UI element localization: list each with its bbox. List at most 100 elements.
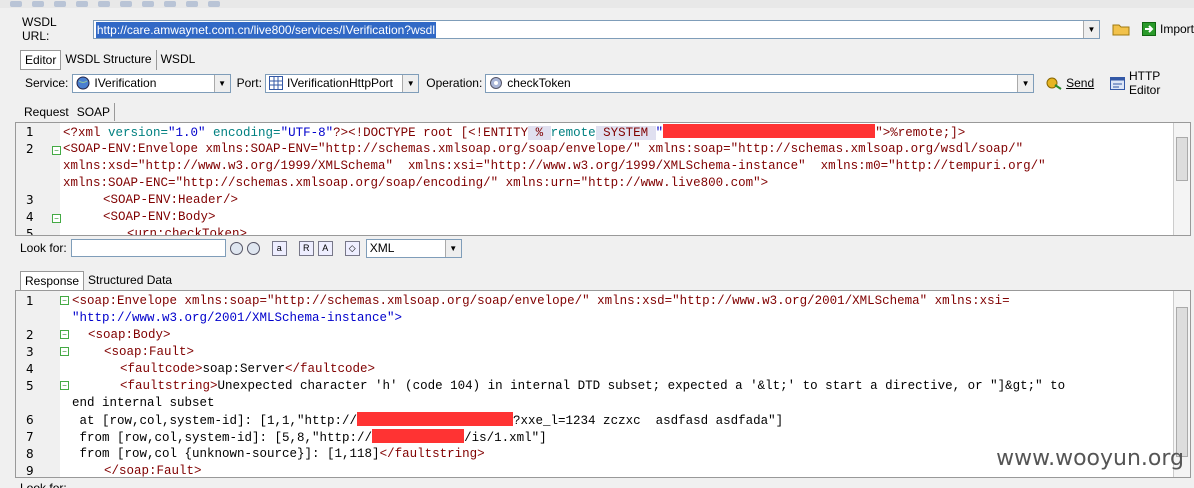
find-prev-icon[interactable] [246,241,260,255]
entity-percent: % [528,126,551,140]
redo-icon[interactable] [164,1,176,7]
service-label: Service: [25,76,69,90]
wsdl-url-label: WSDL URL: [22,15,57,43]
format-select[interactable]: XML ▼ [365,238,462,258]
scroll-thumb[interactable] [1176,307,1188,457]
response-line-1: <soap:Envelope xmlns:soap="http://schema… [72,294,1010,308]
tab-editor[interactable]: Editor [20,50,62,70]
chevron-down-icon[interactable]: ▼ [444,239,461,257]
print-icon[interactable] [186,1,198,7]
fold-minus-icon[interactable]: − [60,347,69,356]
fold-minus-icon[interactable]: − [60,330,69,339]
send-icon [1046,77,1062,90]
save-icon[interactable] [54,1,66,7]
fold-minus-icon[interactable]: − [52,146,61,155]
tab-wsdl[interactable]: WSDL [157,50,200,70]
fold-minus-icon[interactable]: − [52,214,61,223]
tab-request[interactable]: Request [20,103,73,121]
line-number: 1 [26,294,34,308]
faultcode-open: <faultcode> [120,362,203,376]
operation-value: checkToken [507,76,571,90]
paste-icon[interactable] [120,1,132,7]
import-label: Import [1159,22,1194,36]
open-folder-button[interactable] [1112,22,1130,36]
format-value: XML [369,241,395,255]
response-line-3: <soap:Fault> [104,345,195,359]
trace-text: from [row,col,system-id]: [5,8,"http:// [72,431,373,445]
request-tabs: Request SOAP [20,103,116,121]
format-icon[interactable]: ◇ [344,240,360,256]
main-toolbar [0,0,1194,8]
help-icon[interactable] [208,1,220,7]
doctype-end: ">%remote;]> [875,126,966,140]
import-arrow-icon [1141,22,1156,36]
tab-soap[interactable]: SOAP [73,103,116,121]
line-number: 8 [26,447,34,461]
fold-minus-icon[interactable]: − [60,296,69,305]
port-select[interactable]: IVerificationHttpPort ▼ [264,73,420,93]
wsdl-url-row: WSDL URL: http://care.amwaynet.com.cn/li… [0,15,1194,43]
chevron-down-icon[interactable]: ▼ [1017,74,1034,92]
trace-text: at [row,col,system-id]: [1,1,"http:// [72,414,358,428]
attr: encoding= [205,126,281,140]
send-button[interactable]: Send [1046,76,1094,90]
operation-select[interactable]: checkToken ▼ [485,73,1035,93]
faultstring-text: Unexpected character 'h' (code 104) in i… [217,379,1066,393]
response-line-5b: end internal subset [72,396,215,410]
service-select[interactable]: IVerification ▼ [72,73,231,93]
doctype: ?><!DOCTYPE root [<!ENTITY [333,126,529,140]
faultstring-open: <faultstring> [120,379,218,393]
response-line-7: from [row,col,system-id]: [5,8,"http:// /… [72,429,547,447]
tab-structured-data[interactable]: Structured Data [84,271,176,291]
undo-icon[interactable] [142,1,154,7]
highlight-icon[interactable]: A [317,240,333,256]
fold-minus-icon[interactable]: − [60,381,69,390]
request-line-1: <?xml version="1.0" encoding="UTF-8"?><!… [63,124,965,142]
request-editor[interactable]: 1 2 3 4 5 − − <?xml version="1.0" encodi… [15,122,1191,236]
new-icon[interactable] [10,1,22,7]
response-search-bar: Look for: [0,479,1194,488]
wsdl-url-value: http://care.amwaynet.com.cn/live800/serv… [95,21,436,38]
tab-wsdl-structure[interactable]: WSDL Structure [61,50,157,70]
response-line-1b: "http://www.w3.org/2001/XMLSchema-instan… [72,311,403,325]
redacted-block [663,124,876,138]
http-editor-icon [1110,76,1125,90]
port-label: Port: [236,76,262,90]
scroll-thumb[interactable] [1176,137,1188,181]
line-number: 3 [26,345,34,359]
service-row: Service: IVerification ▼ Port: IVerifica… [0,69,1194,97]
system-keyword: SYSTEM [595,126,656,140]
editor-tabs: Editor WSDL Structure WSDL [20,50,199,70]
copy-icon[interactable] [98,1,110,7]
chevron-down-icon[interactable]: ▼ [213,74,230,92]
faultstring-close: </faultstring> [379,447,485,461]
request-scrollbar[interactable] [1173,123,1190,235]
operation-gear-icon [490,77,503,89]
service-value: IVerification [94,76,157,90]
send-label: Send [1066,76,1095,90]
line-number: 4 [26,362,34,376]
tab-response[interactable]: Response [20,271,85,291]
request-search-bar: Look for: a R A ◇ XML ▼ [0,237,1194,259]
entity-name: remote [550,126,596,140]
faultcode-close: </faultcode> [285,362,376,376]
look-for-input[interactable] [70,239,226,257]
watermark: www.wooyun.org [996,446,1184,471]
cut-icon[interactable] [76,1,88,7]
match-case-icon[interactable]: a [271,240,287,256]
chevron-down-icon[interactable]: ▼ [402,74,419,92]
http-editor-button[interactable]: HTTP Editor [1110,69,1194,97]
find-next-icon[interactable] [229,241,243,255]
open-icon[interactable] [32,1,44,7]
request-line-3: <SOAP-ENV:Header/> [103,193,239,207]
import-button[interactable]: Import [1141,22,1194,36]
wsdl-url-input[interactable]: http://care.amwaynet.com.cn/live800/serv… [92,19,1100,39]
regex-icon[interactable]: R [298,240,314,256]
request-line-2b: xmlns:xsd="http://www.w3.org/1999/XMLSch… [63,159,1046,173]
val: " [655,126,664,140]
request-line-2c: xmlns:SOAP-ENC="http://schemas.xmlsoap.o… [63,176,769,190]
chevron-down-icon[interactable]: ▼ [1082,20,1099,38]
response-line-4: <faultcode>soap:Server</faultcode> [120,361,375,378]
line-number: 5 [26,379,34,393]
xml-decl: <?xml [63,126,109,140]
